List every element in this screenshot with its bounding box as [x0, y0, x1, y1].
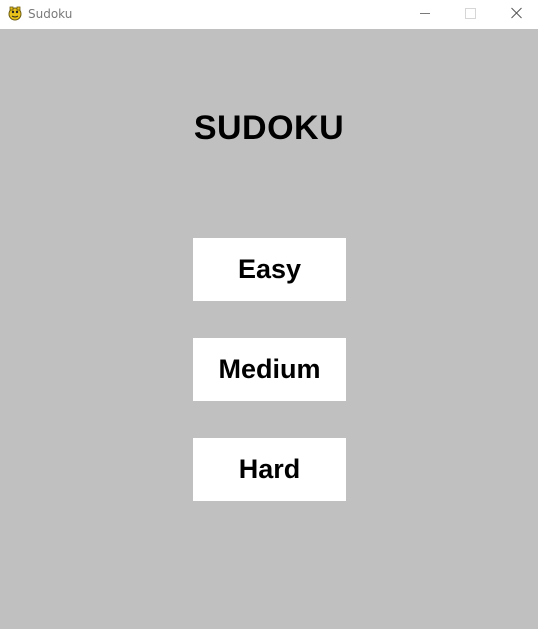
app-icon: [7, 5, 23, 21]
minimize-button[interactable]: [402, 0, 448, 29]
maximize-button[interactable]: [448, 0, 494, 29]
app-window: Sudoku SUDOKU Easy Medium Hard: [0, 0, 538, 629]
title-bar[interactable]: Sudoku: [0, 0, 538, 29]
minimize-icon: [420, 13, 430, 14]
maximize-icon: [465, 8, 476, 19]
close-icon: [511, 7, 522, 19]
easy-button[interactable]: Easy: [193, 238, 346, 301]
close-button[interactable]: [494, 0, 538, 29]
hard-button[interactable]: Hard: [193, 438, 346, 501]
page-title: SUDOKU: [193, 109, 345, 147]
window-title: Sudoku: [28, 7, 73, 21]
medium-button[interactable]: Medium: [193, 338, 346, 401]
main-menu: SUDOKU Easy Medium Hard: [0, 29, 538, 629]
